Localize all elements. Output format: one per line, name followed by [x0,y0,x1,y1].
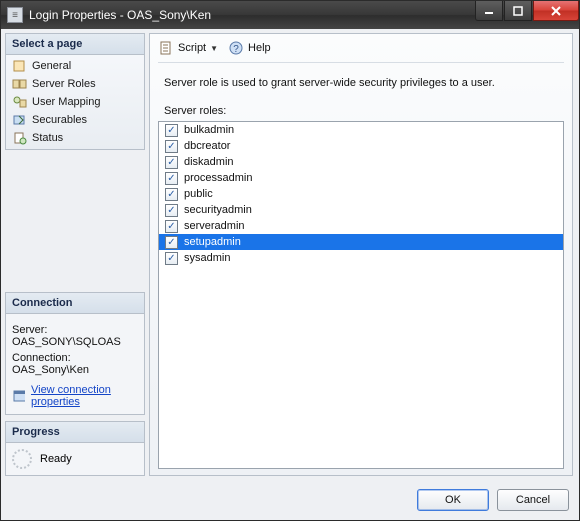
help-button[interactable]: ? Help [228,40,271,56]
progress-panel: Progress Ready [5,421,145,476]
role-item[interactable]: ✓ processadmin [159,170,563,186]
server-roles-label: Server roles: [158,105,564,121]
connection-body: Server: OAS_SONY\SQLOAS Connection: OAS_… [6,314,144,414]
page-label: Server Roles [32,78,96,90]
role-checkbox[interactable]: ✓ [165,156,178,169]
page-nav-item[interactable]: Securables [8,111,142,129]
role-item[interactable]: ✓ diskadmin [159,154,563,170]
role-name: public [184,188,213,200]
page-label: Securables [32,114,87,126]
server-label: Server: [12,324,138,336]
role-item[interactable]: ✓ dbcreator [159,138,563,154]
toolbar: Script ▼ ? Help [158,40,564,63]
select-page-title: Select a page [6,34,144,55]
properties-icon [12,388,25,404]
script-label: Script [178,42,206,54]
role-checkbox[interactable]: ✓ [165,252,178,265]
role-item[interactable]: ✓ serveradmin [159,218,563,234]
role-checkbox[interactable]: ✓ [165,172,178,185]
connection-value: OAS_Sony\Ken [12,364,138,376]
progress-title: Progress [6,422,144,443]
role-name: serveradmin [184,220,245,232]
cancel-button[interactable]: Cancel [497,489,569,511]
page-icon [12,113,28,127]
page-label: Status [32,132,63,144]
role-item[interactable]: ✓ securityadmin [159,202,563,218]
connection-label: Connection: [12,352,138,364]
right-column: Script ▼ ? Help Server role is used to g… [149,33,573,476]
maximize-button[interactable] [504,1,532,21]
progress-spinner-icon [12,449,32,469]
description-text: Server role is used to grant server-wide… [158,63,564,105]
page-label: General [32,60,71,72]
role-name: setupadmin [184,236,241,248]
window-title: Login Properties - OAS_Sony\Ken [29,8,211,22]
close-button[interactable] [533,1,579,21]
role-item[interactable]: ✓ setupadmin [159,234,563,250]
left-column: Select a page General Server Roles User Ma… [5,33,145,476]
dropdown-arrow-icon: ▼ [210,44,218,53]
page-icon [12,77,28,91]
progress-status: Ready [40,453,72,465]
role-checkbox[interactable]: ✓ [165,140,178,153]
role-checkbox[interactable]: ✓ [165,124,178,137]
app-icon: ≡ [7,7,23,23]
page-nav-item[interactable]: General [8,57,142,75]
server-value: OAS_SONY\SQLOAS [12,336,138,348]
window: ≡ Login Properties - OAS_Sony\Ken Select… [0,0,580,521]
ok-button[interactable]: OK [417,489,489,511]
page-nav-item[interactable]: Server Roles [8,75,142,93]
connection-title: Connection [6,293,144,314]
role-item[interactable]: ✓ bulkadmin [159,122,563,138]
help-icon: ? [228,40,244,56]
role-name: bulkadmin [184,124,234,136]
script-icon [158,40,174,56]
role-checkbox[interactable]: ✓ [165,188,178,201]
help-label: Help [248,42,271,54]
connection-panel: Connection Server: OAS_SONY\SQLOAS Conne… [5,292,145,415]
role-name: dbcreator [184,140,230,152]
role-item[interactable]: ✓ public [159,186,563,202]
server-roles-list[interactable]: ✓ bulkadmin ✓ dbcreator ✓ diskadmin ✓ processad… [158,121,564,469]
role-checkbox[interactable]: ✓ [165,236,178,249]
svg-text:?: ? [233,44,239,55]
role-name: processadmin [184,172,252,184]
role-name: diskadmin [184,156,234,168]
page-icon [12,131,28,145]
titlebar[interactable]: ≡ Login Properties - OAS_Sony\Ken [1,1,579,29]
script-button[interactable]: Script ▼ [158,40,218,56]
role-checkbox[interactable]: ✓ [165,220,178,233]
page-nav-item[interactable]: User Mapping [8,93,142,111]
role-name: securityadmin [184,204,252,216]
role-name: sysadmin [184,252,230,264]
dialog-footer: OK Cancel [1,480,579,520]
page-label: User Mapping [32,96,100,108]
page-icon [12,95,28,109]
view-connection-properties-link[interactable]: View connection properties [31,384,138,408]
page-list: General Server Roles User Mapping Securable… [6,55,144,149]
window-buttons [474,1,579,21]
page-icon [12,59,28,73]
select-page-panel: Select a page General Server Roles User Ma… [5,33,145,150]
role-item[interactable]: ✓ sysadmin [159,250,563,266]
content-area: Select a page General Server Roles User Ma… [1,29,579,480]
minimize-button[interactable] [475,1,503,21]
page-nav-item[interactable]: Status [8,129,142,147]
role-checkbox[interactable]: ✓ [165,204,178,217]
